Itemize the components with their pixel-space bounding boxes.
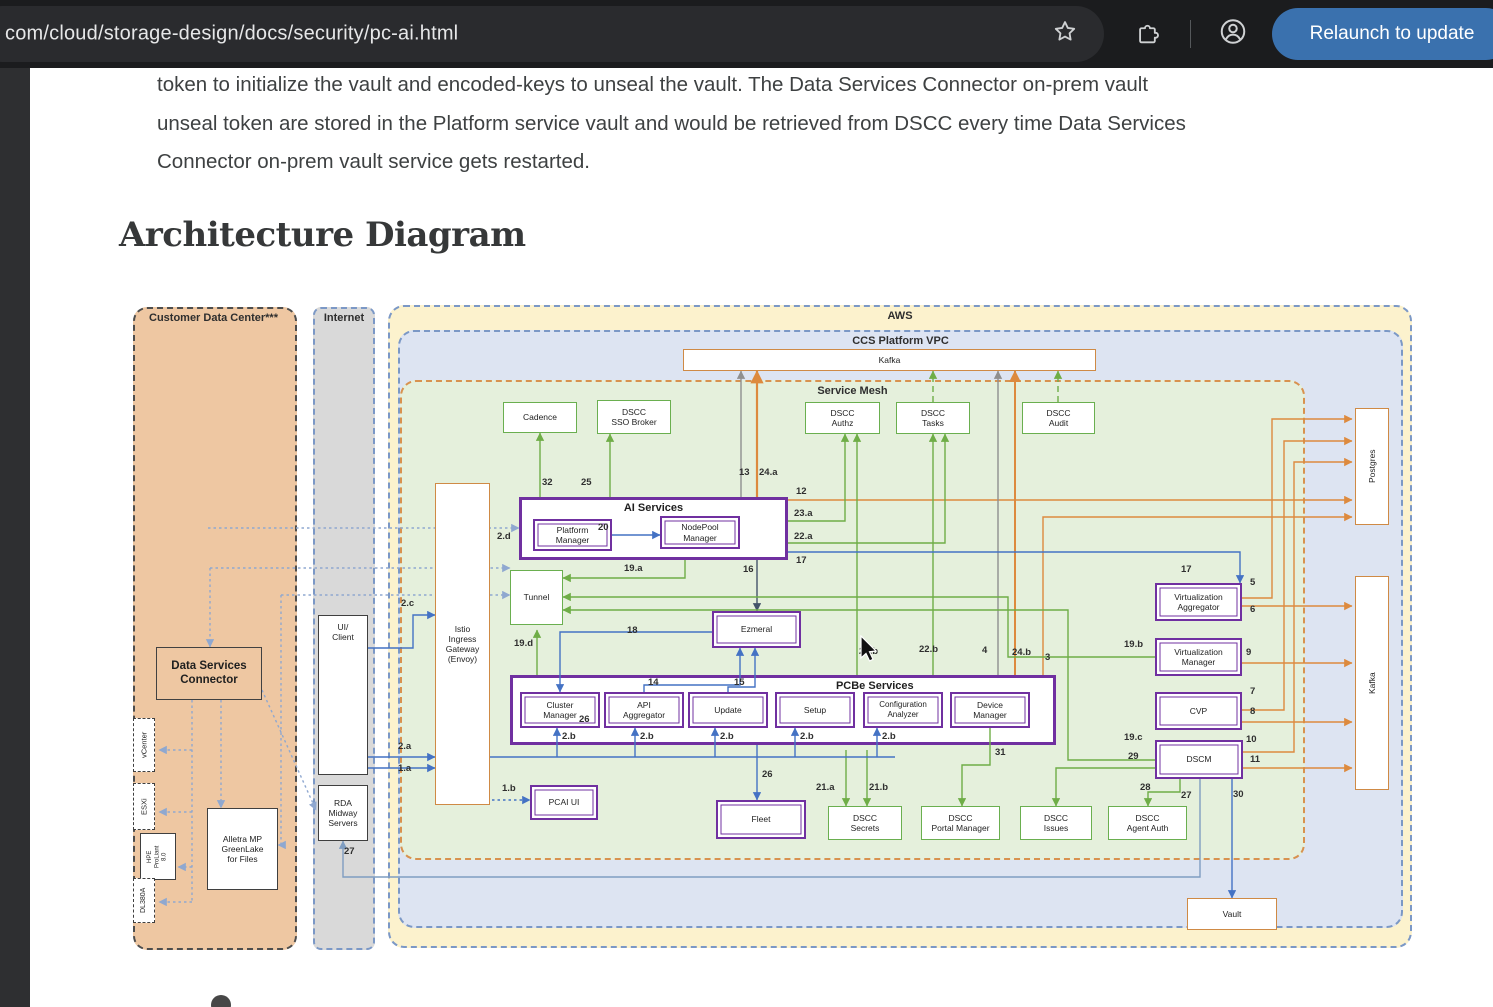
edge-label-26-26: 26	[762, 769, 773, 780]
edge-label-24.a-3: 24.a	[759, 467, 778, 478]
edge-label-6-44: 6	[1250, 604, 1255, 615]
window-left-edge	[0, 68, 30, 1007]
architecture-diagram: Customer Data Center***InternetAWSCCS Pl…	[118, 295, 1414, 957]
extensions-icon[interactable]	[1135, 19, 1161, 50]
edge-label-2.b-23: 2.b	[800, 731, 814, 742]
edge-label-2.b-22: 2.b	[720, 731, 734, 742]
url-text: com/cloud/storage-design/docs/security/p…	[5, 23, 458, 46]
edge-label-22.a-6: 22.a	[794, 531, 813, 542]
edge-label-27-39: 27	[1181, 790, 1192, 801]
edge-label-14-18: 14	[648, 677, 659, 688]
paragraph-line: unseal token are stored in the Platform …	[157, 105, 1437, 144]
browser-toolbar: com/cloud/storage-design/docs/security/p…	[0, 0, 1493, 68]
edge-label-29-37: 29	[1128, 751, 1139, 762]
edge-label-2.b-24: 2.b	[882, 731, 896, 742]
edge-label-2.b-20: 2.b	[562, 731, 576, 742]
edge-label-32-0: 32	[542, 477, 553, 488]
paragraph-line: token to initialize the vault and encode…	[157, 66, 1437, 105]
paragraph-line: Connector on-prem vault service gets res…	[157, 143, 1437, 182]
edge-label-2.c-14: 2.c	[401, 598, 414, 609]
mouse-cursor	[860, 635, 884, 665]
edge-label-17-42: 17	[1181, 564, 1192, 575]
edge-label-3-34: 3	[1045, 652, 1050, 663]
edge-label-18-12: 18	[627, 625, 638, 636]
edge-label-11-49: 11	[1250, 754, 1260, 765]
edge-label-22.b-30: 22.b	[919, 644, 938, 655]
edge-label-2.b-21: 2.b	[640, 731, 654, 742]
edge-label-25-1: 25	[581, 477, 592, 488]
browser-window: com/cloud/storage-design/docs/security/p…	[0, 0, 1493, 1007]
edge-label-5-43: 5	[1250, 577, 1255, 588]
edge-label-31-29: 31	[995, 747, 1006, 758]
edge-label-23.a-5: 23.a	[794, 508, 813, 519]
partial-text-fragment	[211, 995, 231, 1007]
edge-label-2.d-9: 2.d	[497, 531, 511, 542]
edge-label-4-32: 4	[982, 645, 987, 656]
edge-label-16-11: 16	[743, 564, 754, 575]
url-bar[interactable]: com/cloud/storage-design/docs/security/p…	[0, 6, 1104, 62]
edge-label-15-19: 15	[734, 677, 745, 688]
edge-label-21.b-28: 21.b	[869, 782, 888, 793]
edge-label-20-8: 20	[598, 522, 609, 533]
edge-label-2.a-15: 2.a	[398, 741, 411, 752]
edge-label-17-7: 17	[796, 555, 807, 566]
diagram-connections	[118, 295, 1414, 957]
edge-label-13-2: 13	[739, 467, 750, 478]
edge-label-1.b-17: 1.b	[502, 783, 516, 794]
edge-label-10-48: 10	[1246, 734, 1257, 745]
edge-label-12-4: 12	[796, 486, 807, 497]
edge-label-24.b-33: 24.b	[1012, 647, 1031, 658]
edge-label-19.a-10: 19.a	[624, 563, 643, 574]
edge-label-7-46: 7	[1250, 686, 1255, 697]
edge-label-19.d-13: 19.d	[514, 638, 533, 649]
edge-label-9-45: 9	[1246, 647, 1251, 658]
relaunch-button[interactable]: Relaunch to update	[1272, 8, 1493, 60]
edge-label-19.b-35: 19.b	[1124, 639, 1143, 650]
bookmark-star-icon[interactable]	[1052, 19, 1078, 50]
page-title: Architecture Diagram	[119, 215, 526, 255]
toolbar-separator	[1190, 20, 1191, 48]
paragraph: token to initialize the vault and encode…	[157, 66, 1437, 182]
edge-label-21.a-27: 21.a	[816, 782, 835, 793]
edge-label-28-38: 28	[1140, 782, 1151, 793]
edge-label-19.c-36: 19.c	[1124, 732, 1143, 743]
edge-label-26-25: 26	[579, 714, 590, 725]
edge-label-27-41: 27	[344, 846, 355, 857]
edge-label-30-40: 30	[1233, 789, 1244, 800]
edge-label-1.a-16: 1.a	[398, 763, 411, 774]
edge-label-8-47: 8	[1250, 706, 1255, 717]
profile-icon[interactable]	[1218, 17, 1248, 52]
